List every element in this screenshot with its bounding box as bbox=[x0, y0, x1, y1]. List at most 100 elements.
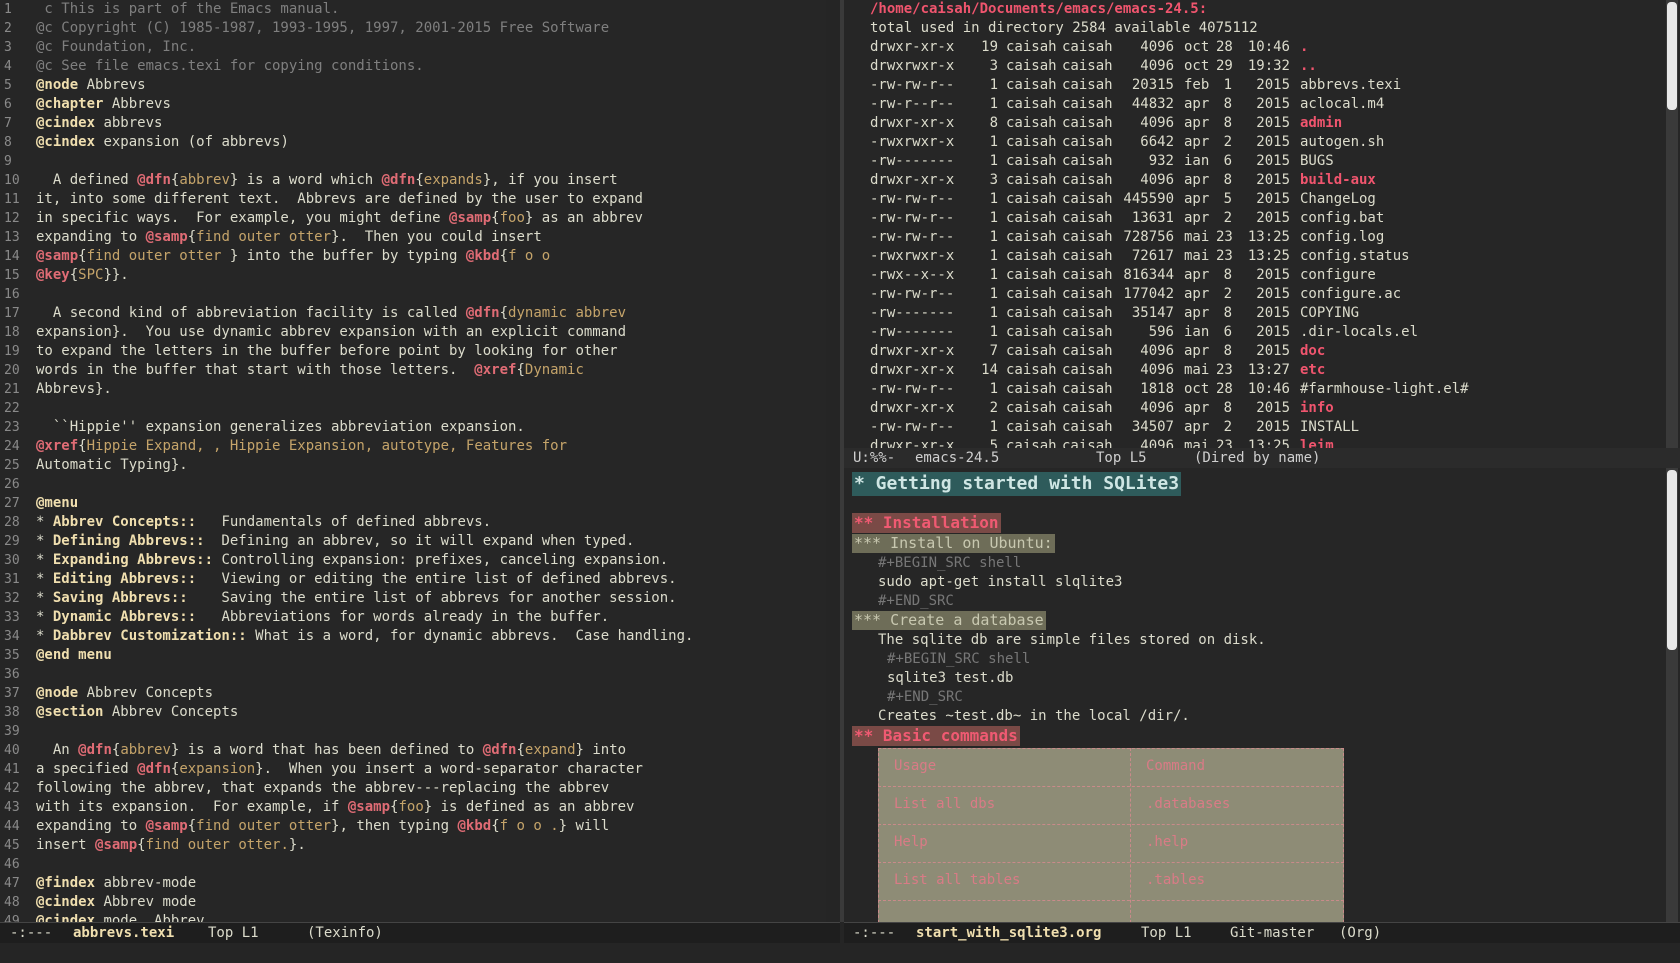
line-text[interactable]: @cindex Abbrev mode bbox=[36, 893, 196, 912]
modeline-mode[interactable]: (Texinfo) bbox=[307, 923, 383, 943]
line-text[interactable]: @cindex expansion (of abbrevs) bbox=[36, 133, 289, 152]
texinfo-modeline[interactable]: -:--- abbrevs.texi Top L1 (Texinfo) bbox=[0, 922, 840, 943]
text-line[interactable]: 23 ``Hippie'' expansion generalizes abbr… bbox=[0, 418, 808, 437]
text-line[interactable]: 18 expansion}. You use dynamic abbrev exp… bbox=[0, 323, 808, 342]
text-line[interactable]: 45 insert @samp{find outer otter.}. bbox=[0, 836, 808, 855]
text-line[interactable]: 19 to expand the letters in the buffer be… bbox=[0, 342, 808, 361]
modeline-mode[interactable]: (Org) bbox=[1339, 923, 1381, 943]
line-text[interactable]: expanding to @samp{find outer otter}, th… bbox=[36, 817, 609, 836]
line-text[interactable]: * Abbrev Concepts:: Fundamentals of defi… bbox=[36, 513, 491, 532]
line-text[interactable]: @node Abbrevs bbox=[36, 76, 146, 95]
text-line[interactable]: 37 @node Abbrev Concepts bbox=[0, 684, 808, 703]
text-line[interactable]: 48 @cindex Abbrev mode bbox=[0, 893, 808, 912]
text-line[interactable]: 9 bbox=[0, 152, 808, 171]
line-text[interactable]: @c Copyright (C) 1985-1987, 1993-1995, 1… bbox=[36, 19, 609, 38]
dired-name[interactable]: autogen.sh bbox=[1300, 133, 1384, 152]
dired-name[interactable]: COPYING bbox=[1300, 304, 1359, 323]
line-text[interactable]: A second kind of abbreviation facility i… bbox=[36, 304, 626, 323]
dired-name[interactable]: .. bbox=[1300, 57, 1317, 76]
line-text[interactable]: A defined @dfn{abbrev} is a word which @… bbox=[36, 171, 618, 190]
text-line[interactable]: 17 A second kind of abbreviation facilit… bbox=[0, 304, 808, 323]
dired-name[interactable]: .dir-locals.el bbox=[1300, 323, 1418, 342]
text-line[interactable]: 34 * Dabbrev Customization:: What is a wo… bbox=[0, 627, 808, 646]
dired-directory-header[interactable]: /home/caisah/Documents/emacs/emacs-24.5: bbox=[870, 0, 1207, 19]
text-line[interactable]: 15 @key{SPC}}. bbox=[0, 266, 808, 285]
text-line[interactable]: 39 bbox=[0, 722, 808, 741]
text-line[interactable]: 21 Abbrevs}. bbox=[0, 380, 808, 399]
text-line[interactable]: 3 @c Foundation, Inc. bbox=[0, 38, 808, 57]
line-text[interactable]: @samp{find outer otter } into the buffer… bbox=[36, 247, 550, 266]
text-line[interactable]: 29 * Defining Abbrevs:: Defining an abbre… bbox=[0, 532, 808, 551]
line-text[interactable]: ``Hippie'' expansion generalizes abbrevi… bbox=[36, 418, 525, 437]
line-text[interactable]: Automatic Typing}. bbox=[36, 456, 188, 475]
texinfo-editor-window[interactable]: 1 c This is part of the Emacs manual. 2 @c… bbox=[0, 0, 826, 922]
dired-scrollbar[interactable] bbox=[1666, 0, 1678, 448]
text-line[interactable]: 25 Automatic Typing}. bbox=[0, 456, 808, 475]
line-text[interactable]: * Saving Abbrevs:: Saving the entire lis… bbox=[36, 589, 677, 608]
texinfo-buffer-text[interactable]: 1 c This is part of the Emacs manual. 2 @c… bbox=[0, 0, 808, 922]
line-text[interactable]: @section Abbrev Concepts bbox=[36, 703, 238, 722]
line-text[interactable]: @c Foundation, Inc. bbox=[36, 38, 196, 57]
dired-name[interactable]: leim bbox=[1300, 437, 1334, 448]
modeline-buffer-name[interactable]: abbrevs.texi bbox=[73, 923, 174, 943]
org-scrollbar[interactable] bbox=[1666, 468, 1678, 922]
line-text[interactable]: to expand the letters in the buffer befo… bbox=[36, 342, 618, 361]
text-line[interactable]: 44 expanding to @samp{find outer otter}, … bbox=[0, 817, 808, 836]
line-text[interactable]: @end menu bbox=[36, 646, 112, 665]
text-line[interactable]: 41 a specified @dfn{expansion}. When you … bbox=[0, 760, 808, 779]
text-line[interactable]: 5 @node Abbrevs bbox=[0, 76, 808, 95]
org-table[interactable]: Usage Command List all dbs .databases He… bbox=[878, 748, 1344, 922]
text-line[interactable]: 8 @cindex expansion (of abbrevs) bbox=[0, 133, 808, 152]
line-text[interactable]: expansion}. You use dynamic abbrev expan… bbox=[36, 323, 626, 342]
line-text[interactable]: @menu bbox=[36, 494, 78, 513]
line-text[interactable]: c This is part of the Emacs manual. bbox=[36, 0, 339, 19]
text-line[interactable]: 1 c This is part of the Emacs manual. bbox=[0, 0, 808, 19]
org-window[interactable]: * Getting started with SQLite3 ** Instal… bbox=[844, 468, 1680, 922]
text-line[interactable]: 47 @findex abbrev-mode bbox=[0, 874, 808, 893]
text-line[interactable]: 26 bbox=[0, 475, 808, 494]
dired-name[interactable]: . bbox=[1300, 38, 1308, 57]
text-line[interactable]: 14 @samp{find outer otter } into the buff… bbox=[0, 247, 808, 266]
line-text[interactable]: * Dynamic Abbrevs:: Abbreviations for wo… bbox=[36, 608, 609, 627]
dired-scrollbar-thumb[interactable] bbox=[1667, 2, 1677, 110]
dired-modeline[interactable]: U:%%- emacs-24.5 Top L5 (Dired by name) bbox=[844, 448, 1680, 468]
dired-name[interactable]: build-aux bbox=[1300, 171, 1376, 190]
org-heading-create-db[interactable]: *** Create a database bbox=[852, 611, 1046, 630]
line-text[interactable]: in specific ways. For example, you might… bbox=[36, 209, 643, 228]
line-text[interactable]: * Expanding Abbrevs:: Controlling expans… bbox=[36, 551, 668, 570]
line-text[interactable]: * Defining Abbrevs:: Defining an abbrev,… bbox=[36, 532, 634, 551]
text-line[interactable]: 36 bbox=[0, 665, 808, 684]
line-text[interactable]: @node Abbrev Concepts bbox=[36, 684, 213, 703]
table-cell-command[interactable]: .help bbox=[1146, 834, 1188, 850]
modeline-vc-branch[interactable]: Git-master bbox=[1230, 923, 1314, 943]
modeline-buffer-name[interactable]: emacs-24.5 bbox=[915, 448, 999, 468]
dired-name[interactable]: config.log bbox=[1300, 228, 1384, 247]
text-line[interactable]: 28 * Abbrev Concepts:: Fundamentals of de… bbox=[0, 513, 808, 532]
line-text[interactable]: @key{SPC}}. bbox=[36, 266, 129, 285]
dired-name[interactable]: config.status bbox=[1300, 247, 1410, 266]
text-line[interactable]: 43 with its expansion. For example, if @s… bbox=[0, 798, 808, 817]
org-title-heading[interactable]: * Getting started with SQLite3 bbox=[852, 472, 1182, 496]
text-line[interactable]: 33 * Dynamic Abbrevs:: Abbreviations for … bbox=[0, 608, 808, 627]
text-line[interactable]: 49 @cindex mode, Abbrev bbox=[0, 912, 808, 922]
text-line[interactable]: 16 bbox=[0, 285, 808, 304]
modeline-mode[interactable]: (Dired by name) bbox=[1194, 448, 1320, 468]
org-heading-basic-commands[interactable]: ** Basic commands bbox=[852, 726, 1020, 746]
text-line[interactable]: 27 @menu bbox=[0, 494, 808, 513]
line-text[interactable]: An @dfn{abbrev} is a word that has been … bbox=[36, 741, 626, 760]
dired-name[interactable]: info bbox=[1300, 399, 1334, 418]
line-text[interactable]: * Dabbrev Customization:: What is a word… bbox=[36, 627, 693, 646]
dired-name[interactable]: admin bbox=[1300, 114, 1342, 133]
table-cell-command[interactable]: Command bbox=[1146, 758, 1205, 774]
line-text[interactable]: words in the buffer that start with thos… bbox=[36, 361, 584, 380]
text-line[interactable]: 22 bbox=[0, 399, 808, 418]
org-scrollbar-thumb[interactable] bbox=[1667, 470, 1677, 650]
text-line[interactable]: 30 * Expanding Abbrevs:: Controlling expa… bbox=[0, 551, 808, 570]
text-line[interactable]: 4 @c See file emacs.texi for copying cond… bbox=[0, 57, 808, 76]
line-text[interactable]: a specified @dfn{expansion}. When you in… bbox=[36, 760, 643, 779]
line-text[interactable]: expanding to @samp{find outer otter}. Th… bbox=[36, 228, 542, 247]
dired-name[interactable]: #farmhouse-light.el# bbox=[1300, 380, 1469, 399]
dired-name[interactable]: configure bbox=[1300, 266, 1376, 285]
text-line[interactable]: 35 @end menu bbox=[0, 646, 808, 665]
text-line[interactable]: 10 A defined @dfn{abbrev} is a word whic… bbox=[0, 171, 808, 190]
